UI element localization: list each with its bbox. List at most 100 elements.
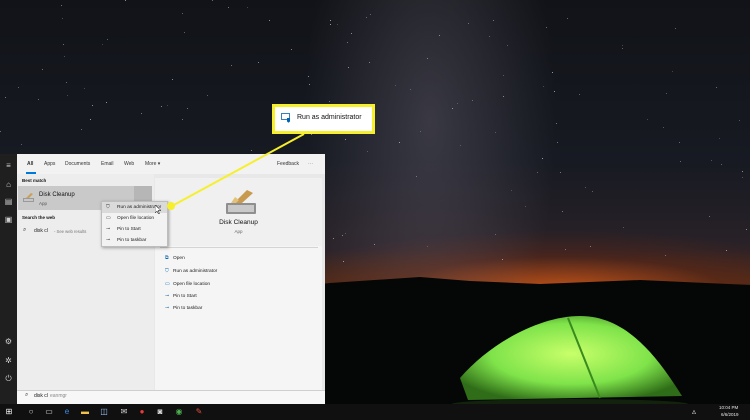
mail-icon[interactable]: ✉: [119, 407, 129, 417]
star: [231, 65, 232, 66]
action-pin-to-start[interactable]: ⊸ Pin to Start: [165, 293, 197, 299]
star: [719, 138, 720, 139]
star: [161, 106, 162, 107]
clock-time[interactable]: 10:04 PM: [719, 405, 738, 410]
star: [557, 142, 558, 143]
star: [21, 144, 22, 145]
star: [347, 42, 348, 43]
star: [552, 72, 553, 73]
star: [546, 27, 547, 28]
star: [64, 56, 65, 57]
star: [726, 250, 727, 251]
best-match-title: Disk Cleanup: [39, 192, 75, 198]
star: [395, 85, 396, 86]
star: [42, 69, 43, 70]
preview-divider: [160, 247, 318, 248]
star: [167, 105, 168, 106]
tab-email[interactable]: Email: [101, 161, 114, 167]
ctx-pin-to-start[interactable]: ⊸ Pin to Start: [102, 224, 167, 235]
star: [554, 91, 555, 92]
action-run-as-admin[interactable]: ⛉ Run as administrator: [165, 268, 217, 274]
search-icon: ⌕: [25, 392, 29, 398]
ctx-open-file-location[interactable]: ▭ Open file location: [102, 213, 167, 224]
star: [106, 102, 107, 103]
tab-apps[interactable]: Apps: [44, 161, 55, 167]
documents-icon[interactable]: ▤: [4, 197, 13, 206]
web-result-query[interactable]: disk cl: [34, 228, 48, 234]
taskbar: [0, 404, 750, 420]
shield-icon: ⛉: [165, 268, 169, 274]
star: [567, 18, 568, 19]
hamburger-icon[interactable]: ≡: [4, 161, 13, 170]
star: [503, 96, 504, 97]
search-icon[interactable]: ○: [26, 407, 36, 417]
action-pin-to-taskbar[interactable]: ⊸ Pin to taskbar: [165, 305, 202, 311]
star: [427, 246, 428, 247]
star: [184, 32, 185, 33]
ctx-pin-to-taskbar[interactable]: ⊸ Pin to taskbar: [102, 235, 167, 246]
search-typed-text[interactable]: disk cl: [34, 393, 48, 399]
file-explorer-icon[interactable]: ▬: [80, 407, 90, 417]
photos-icon[interactable]: ◙: [155, 407, 165, 417]
star: [141, 113, 142, 114]
web-search-icon: ⌕: [23, 227, 27, 233]
star: [502, 259, 503, 260]
pin-icon: ⊸: [106, 226, 111, 232]
star: [374, 244, 375, 245]
feedback-link[interactable]: Feedback: [277, 161, 299, 167]
tab-all[interactable]: All: [27, 161, 33, 167]
action-open-file-location-label: Open file location: [173, 282, 211, 287]
preview-title: Disk Cleanup: [219, 219, 258, 226]
web-result-hint[interactable]: - See web results: [54, 229, 86, 234]
star: [742, 177, 743, 178]
chrome-icon[interactable]: ◉: [174, 407, 184, 417]
star: [665, 255, 666, 256]
pin-icon: ⊸: [165, 293, 170, 299]
star: [367, 151, 368, 152]
power-icon[interactable]: ⏻: [4, 374, 13, 383]
action-open-file-location[interactable]: ▭ Open file location: [165, 281, 210, 287]
edge-icon[interactable]: e: [62, 407, 72, 417]
star: [63, 44, 64, 45]
best-match-heading: Best match: [22, 178, 47, 183]
network-icon[interactable]: ▵: [689, 407, 699, 417]
star: [675, 28, 676, 29]
windows-icon[interactable]: ⊞: [4, 407, 14, 417]
star: [721, 164, 722, 165]
more-options-icon[interactable]: ···: [308, 161, 313, 167]
star: [38, 99, 39, 100]
star: [102, 44, 103, 45]
wallpaper-tent: [452, 316, 688, 404]
star: [311, 134, 312, 135]
tab-more[interactable]: More ▾: [145, 161, 160, 167]
pin-taskbar-icon: ⊸: [165, 305, 170, 311]
star: [556, 123, 557, 124]
power-user-icon[interactable]: ⚙: [4, 337, 13, 346]
star: [330, 20, 331, 21]
shield-icon: [281, 113, 290, 123]
action-pin-to-start-label: Pin to Start: [173, 294, 197, 299]
clock-date[interactable]: 6/6/2019: [721, 412, 739, 417]
vivaldi-icon[interactable]: ●: [137, 407, 147, 417]
best-match-subtitle: App: [39, 201, 48, 206]
star: [342, 235, 343, 236]
store-icon[interactable]: ◫: [99, 407, 109, 417]
callout-text: Run as administrator: [297, 114, 362, 121]
paint-icon[interactable]: ✎: [194, 407, 204, 417]
star: [125, 0, 126, 1]
home-icon[interactable]: ⌂: [4, 180, 13, 189]
preview-subtitle: App: [234, 229, 243, 234]
star: [345, 139, 346, 140]
task-view-icon[interactable]: ▭: [44, 407, 54, 417]
tab-documents[interactable]: Documents: [65, 161, 90, 167]
star: [663, 127, 664, 128]
star: [439, 35, 440, 36]
tab-web[interactable]: Web: [124, 161, 134, 167]
pictures-icon[interactable]: ▣: [4, 215, 13, 224]
star: [343, 261, 344, 262]
action-open[interactable]: ⧉ Open: [165, 255, 185, 261]
star: [410, 89, 411, 90]
settings-icon[interactable]: ✲: [4, 356, 13, 365]
disk-cleanup-icon: [23, 193, 34, 202]
star: [622, 45, 623, 46]
